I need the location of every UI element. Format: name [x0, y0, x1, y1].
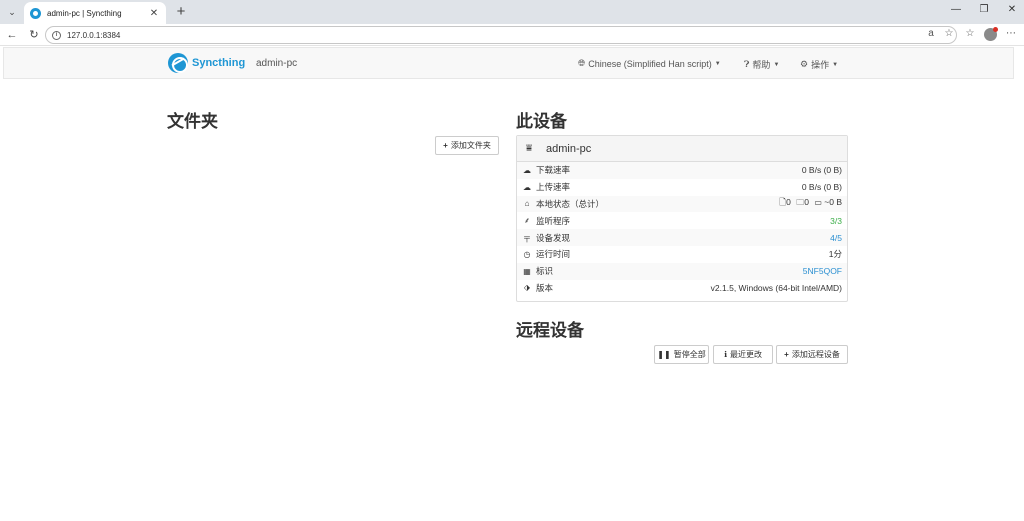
tab-close-icon[interactable]: ✕: [148, 8, 160, 19]
caret-down-icon: ▼: [714, 60, 721, 67]
cloud-upload-icon: ☁: [523, 182, 531, 192]
this-device-heading[interactable]: ⩸ admin-pc: [517, 136, 847, 162]
globe-icon: 🌐︎: [578, 58, 586, 68]
add-remote-device-label: 添加远程设备: [791, 350, 840, 359]
signpost-icon: ╤: [524, 233, 530, 243]
browser-tab-strip: ⌄ admin-pc | Syncthing ✕ + — ❐ ✕: [0, 0, 1024, 24]
profile-avatar[interactable]: [984, 27, 998, 41]
device-stats-table: ☁ 下载速率 0 B/s (0 B) ☁ 上传速率 0 B/s (0 B) ⌂ …: [517, 162, 847, 296]
pause-icon: ❚❚: [657, 350, 671, 359]
syncthing-logo-icon: [168, 53, 188, 73]
plus-icon: +: [443, 141, 448, 150]
local-state-value: 🗋︎0 🗀︎0 ▭ ~0 B: [779, 197, 842, 211]
help-menu-label: 帮助: [752, 60, 771, 70]
minimize-icon[interactable]: —: [948, 4, 964, 15]
table-row: ⬗ 版本 v2.1.5, Windows (64-bit Intel/AMD): [517, 280, 847, 297]
recent-changes-label: 最近更改: [730, 350, 763, 359]
table-row: ☁ 下载速率 0 B/s (0 B): [517, 162, 847, 179]
more-menu-icon[interactable]: ⋯: [1004, 28, 1018, 39]
upload-rate-value: 0 B/s (0 B): [801, 182, 842, 193]
add-folder-label: 添加文件夹: [450, 141, 491, 150]
folders-title: 文件夹: [167, 112, 218, 131]
pause-all-label: 暂停全部: [673, 350, 706, 359]
version-label: 版本: [536, 282, 554, 293]
listeners-label: 监听程序: [536, 215, 571, 226]
hdd-icon: ▭: [814, 197, 822, 207]
table-row: ▦ 标识 5NF5QOF: [517, 262, 847, 280]
app-navbar: Syncthing admin-pc 🌐︎ Chinese (Simplifie…: [3, 47, 1014, 79]
identification-label: 标识: [536, 266, 554, 277]
network-wired-icon: ⩸: [526, 143, 533, 154]
uptime-value: 1分: [828, 249, 842, 260]
reload-icon[interactable]: ↻: [27, 28, 41, 42]
restore-icon[interactable]: ❐: [976, 4, 992, 15]
bookmark-star-icon[interactable]: ☆: [942, 28, 956, 39]
cloud-download-icon: ☁: [523, 165, 531, 175]
actions-menu[interactable]: ⚙ 操作 ▼: [800, 58, 838, 71]
brand-name: Syncthing: [192, 57, 246, 69]
table-row: ◷ 运行时间 1分: [517, 246, 847, 263]
home-icon: ⌂: [524, 199, 530, 209]
favorites-icon[interactable]: ☆: [963, 28, 977, 39]
upload-rate-label: 上传速率: [536, 182, 571, 193]
add-remote-device-button[interactable]: + 添加远程设备: [776, 345, 848, 364]
table-row: ⸙ 监听程序 3/3: [517, 212, 847, 229]
version-value: v2.1.5, Windows (64-bit Intel/AMD): [710, 282, 842, 293]
site-info-icon[interactable]: i: [52, 30, 61, 40]
this-device-title: 此设备: [516, 112, 567, 131]
translate-icon[interactable]: a: [924, 28, 938, 39]
help-menu[interactable]: ❓︎ 帮助 ▼: [744, 58, 779, 71]
table-row: ⌂ 本地状态（总计） 🗋︎0 🗀︎0 ▭ ~0 B: [517, 195, 847, 213]
caret-down-icon: ▼: [832, 61, 839, 68]
new-tab-plus-icon[interactable]: +: [172, 3, 190, 21]
info-circle-icon: ℹ: [723, 350, 728, 359]
syncthing-favicon-icon: [30, 7, 41, 19]
remote-devices-title: 远程设备: [516, 321, 584, 340]
browser-tab[interactable]: admin-pc | Syncthing ✕: [24, 2, 166, 24]
language-menu[interactable]: 🌐︎ Chinese (Simplified Han script) ▼: [578, 58, 721, 69]
file-count: 0: [786, 196, 791, 207]
folder-count: 0: [804, 196, 809, 207]
plus-icon: +: [784, 350, 789, 359]
pause-all-button[interactable]: ❚❚ 暂停全部: [654, 345, 709, 364]
qrcode-icon: ▦: [523, 266, 531, 276]
table-row: ╤ 设备发现 4/5: [517, 229, 847, 246]
download-rate-value: 0 B/s (0 B): [801, 165, 842, 176]
discovery-label: 设备发现: [536, 232, 571, 243]
navbar-device-name: admin-pc: [256, 58, 298, 69]
download-rate-label: 下载速率: [536, 165, 571, 176]
recent-changes-button[interactable]: ℹ 最近更改: [713, 345, 773, 364]
this-device-panel: ⩸ admin-pc ☁ 下载速率 0 B/s (0 B) ☁ 上传速率 0 B…: [516, 135, 848, 302]
tab-search-chevron-icon[interactable]: ⌄: [4, 4, 20, 20]
tab-title: admin-pc | Syncthing: [47, 8, 122, 18]
address-bar[interactable]: i 127.0.0.1:8384: [45, 26, 957, 44]
clock-icon: ◷: [523, 249, 531, 259]
local-state-label: 本地状态（总计）: [536, 198, 605, 209]
uptime-label: 运行时间: [536, 249, 571, 260]
add-folder-button[interactable]: + 添加文件夹: [435, 136, 499, 155]
url-text[interactable]: 127.0.0.1:8384: [67, 31, 120, 40]
language-menu-label: Chinese (Simplified Han script): [588, 58, 712, 69]
tag-icon: ⬗: [523, 283, 531, 293]
discovery-value[interactable]: 4/5: [830, 233, 842, 243]
this-device-name: admin-pc: [546, 142, 592, 155]
device-id-link[interactable]: 5NF5QOF: [803, 266, 842, 276]
actions-menu-label: 操作: [811, 60, 830, 70]
listeners-value[interactable]: 3/3: [830, 216, 842, 226]
back-arrow-icon[interactable]: ←: [5, 28, 19, 42]
gear-icon: ⚙: [800, 59, 809, 69]
brand[interactable]: Syncthing: [168, 53, 245, 73]
window-close-icon[interactable]: ✕: [1004, 4, 1020, 15]
table-row: ☁ 上传速率 0 B/s (0 B): [517, 179, 847, 196]
caret-down-icon: ▼: [773, 61, 780, 68]
question-circle-icon: ❓︎: [744, 59, 750, 69]
sitemap-icon: ⸙: [524, 216, 530, 226]
local-size: ~0 B: [824, 196, 842, 207]
browser-toolbar: ← ↻ i 127.0.0.1:8384 a ☆ ☆ ⋯: [0, 24, 1024, 46]
